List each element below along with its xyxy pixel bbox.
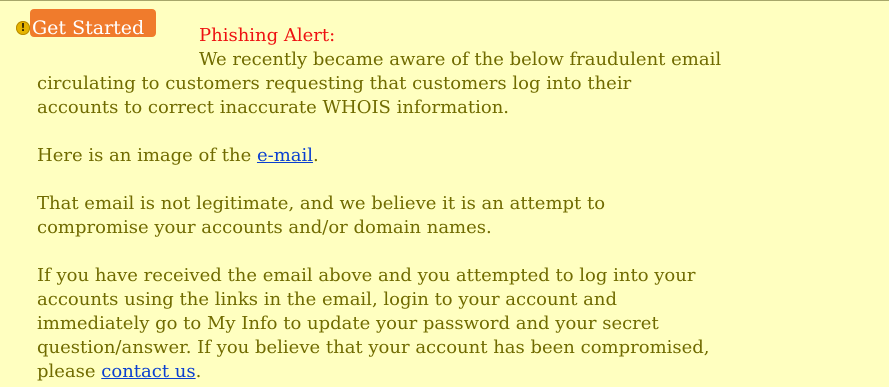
action-line-1: If you have received the email above and… — [37, 265, 696, 286]
action-line-3: immediately go to My Info to update your… — [37, 313, 659, 334]
legitimacy-line-1: That email is not legitimate, and we bel… — [37, 193, 606, 214]
legitimacy-line-2: compromise your accounts and/or domain n… — [37, 217, 492, 238]
alert-title: Phishing Alert: — [199, 25, 336, 46]
get-started-button[interactable]: Get Started — [30, 9, 156, 37]
contact-us-link[interactable]: contact us — [101, 361, 195, 382]
image-paragraph: Here is an image of the e-mail. — [37, 144, 319, 168]
action-line-4: question/answer. If you believe that you… — [37, 337, 710, 358]
phishing-alert-box: Get Started ! Phishing Alert: We recentl… — [0, 0, 889, 387]
intro-line-1: We recently became aware of the below fr… — [199, 49, 722, 70]
intro-line-3: accounts to correct inaccurate WHOIS inf… — [37, 97, 510, 118]
image-paragraph-period: . — [313, 145, 319, 166]
contact-paragraph-text: please — [37, 361, 102, 382]
warning-icon: ! — [16, 21, 30, 35]
contact-paragraph-period: . — [195, 361, 202, 382]
intro-line-2: circulating to customers requesting that… — [37, 73, 632, 94]
contact-paragraph: please contact us. — [37, 360, 201, 384]
image-paragraph-text: Here is an image of the — [37, 145, 257, 166]
action-line-2: accounts using the links in the email, l… — [37, 289, 618, 310]
email-image-link[interactable]: e-mail — [257, 145, 313, 166]
